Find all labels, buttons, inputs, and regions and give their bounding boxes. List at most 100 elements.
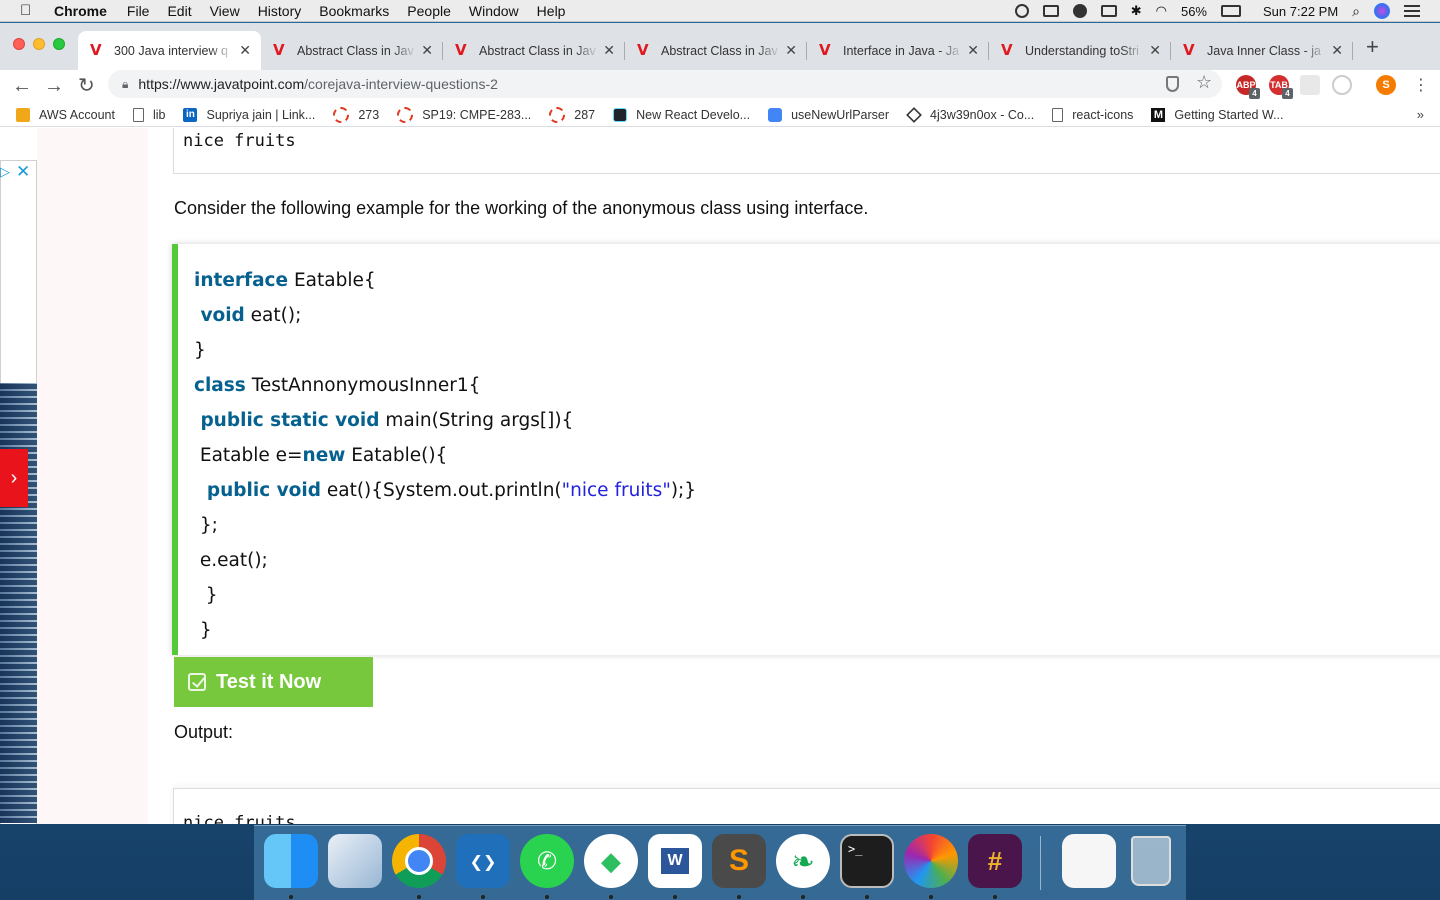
word-icon[interactable]: W	[648, 834, 702, 888]
address-bar[interactable]: 🔒︎ https://www.javatpoint.com/corejava-i…	[108, 70, 1222, 98]
menu-window[interactable]: Window	[469, 3, 519, 19]
battery-percentage[interactable]: 56%	[1181, 4, 1207, 19]
side-ad-banner[interactable]: ▷ ✕ ›	[0, 128, 37, 824]
back-arrow-icon[interactable]: ←	[12, 74, 32, 98]
mac-menubar:  Chrome File Edit View History Bookmark…	[0, 0, 1440, 22]
ad-choices-icon[interactable]: ▷	[0, 164, 10, 180]
tab-understanding-tostring[interactable]: Understanding toStri ✕	[989, 31, 1171, 70]
bookmark-new-react-developer[interactable]: New React Develo...	[613, 107, 750, 122]
menu-bookmarks[interactable]: Bookmarks	[319, 3, 389, 19]
tab-close-icon[interactable]: ✕	[785, 42, 797, 59]
bookmark-star-icon[interactable]: ☆	[1196, 72, 1212, 92]
output-text: nice fruits	[183, 131, 296, 151]
tab-java-inner-class[interactable]: Java Inner Class - ja ✕	[1171, 31, 1353, 70]
menubar-clock[interactable]: Sun 7:22 PM	[1263, 4, 1338, 19]
tab-abstract-class-2[interactable]: Abstract Class in Jav ✕	[443, 31, 625, 70]
evernote-icon[interactable]: ◆	[584, 834, 638, 888]
grey-extension-icon[interactable]	[1300, 75, 1320, 95]
bookmark-usenewurlparser[interactable]: useNewUrlParser	[768, 107, 889, 122]
new-tab-button[interactable]: +	[1366, 36, 1379, 58]
sync-status-icon[interactable]	[1014, 4, 1029, 18]
tab-close-icon[interactable]: ✕	[239, 42, 251, 59]
bookmark-codesandbox[interactable]: 4j3w39n0ox - Co...	[906, 106, 1034, 123]
docker-icon[interactable]	[1042, 5, 1059, 17]
documents-stack-icon[interactable]	[1062, 834, 1116, 888]
running-indicator	[737, 895, 741, 899]
bookmarks-overflow-chevron-icon[interactable]: »	[1417, 107, 1424, 122]
tab-abstract-class-1[interactable]: Abstract Class in Jav ✕	[261, 31, 443, 70]
terminal-icon[interactable]: >_	[840, 834, 894, 888]
airplay-icon[interactable]	[1100, 5, 1117, 17]
output-text: nice fruits	[183, 813, 296, 824]
code-token: };	[194, 515, 218, 536]
running-indicator	[481, 895, 485, 899]
code-string: "nice fruits"	[561, 480, 671, 501]
menu-view[interactable]: View	[210, 3, 240, 19]
mongodb-compass-icon[interactable]: ❧	[776, 834, 830, 888]
whatsapp-icon[interactable]: ✆	[520, 834, 574, 888]
page-left-margin	[37, 128, 148, 824]
preview-icon[interactable]	[328, 834, 382, 888]
window-zoom-button[interactable]	[53, 38, 65, 50]
ad-close-icon[interactable]: ✕	[16, 162, 30, 182]
tab-close-icon[interactable]: ✕	[1331, 42, 1343, 59]
bookmark-react-icons[interactable]: react-icons	[1052, 107, 1133, 122]
notification-center-icon[interactable]	[1404, 5, 1420, 17]
tab-extension-icon[interactable]: TAB 4	[1269, 75, 1293, 99]
code-block: interface Eatable{ void eat();} class Tes…	[172, 244, 1440, 655]
target-extension-icon[interactable]	[1332, 75, 1352, 95]
slack-icon[interactable]: #	[968, 834, 1022, 888]
tab-close-icon[interactable]: ✕	[967, 42, 979, 59]
code-token: Eatable{	[288, 270, 376, 291]
bookmark-lib[interactable]: lib	[132, 107, 165, 122]
siri-icon[interactable]	[1374, 3, 1390, 19]
finder-icon[interactable]	[264, 834, 318, 888]
menu-history[interactable]: History	[258, 3, 302, 19]
chrome-menu-icon[interactable]: ⋮	[1413, 74, 1429, 98]
tab-close-icon[interactable]: ✕	[421, 42, 433, 59]
evernote-helper-icon[interactable]	[1072, 4, 1087, 18]
tab-interface-in-java[interactable]: Interface in Java - Ja ✕	[807, 31, 989, 70]
bookmark-linkedin[interactable]: in Supriya jain | Link...	[183, 107, 315, 122]
vscode-icon[interactable]: ❮❯	[456, 834, 510, 888]
lock-icon[interactable]: 🔒︎	[122, 77, 128, 92]
menu-help[interactable]: Help	[537, 3, 566, 19]
profile-avatar[interactable]: S	[1376, 75, 1396, 95]
tab-title: Java Inner Class - ja	[1207, 43, 1321, 58]
sublime-text-icon[interactable]: S	[712, 834, 766, 888]
code-token: eat(){System.out.println(	[320, 480, 562, 501]
adblock-extension-icon[interactable]: ABP 4	[1236, 75, 1260, 99]
url-host: https://www.javatpoint.com	[138, 76, 305, 92]
code-token: }	[194, 620, 212, 641]
apple-menu-icon[interactable]: 	[20, 2, 40, 19]
menubar-app-name[interactable]: Chrome	[54, 3, 107, 19]
bluetooth-icon[interactable]: ✱	[1131, 3, 1142, 19]
bookmark-aws-account[interactable]: AWS Account	[16, 107, 115, 122]
window-close-button[interactable]	[13, 38, 25, 50]
tab-close-icon[interactable]: ✕	[603, 42, 615, 59]
wifi-icon[interactable]: ◠	[1156, 3, 1167, 19]
forward-arrow-icon[interactable]: →	[44, 74, 64, 98]
trash-icon[interactable]	[1124, 834, 1178, 888]
bookmark-273[interactable]: 273	[333, 106, 379, 123]
tab-close-icon[interactable]: ✕	[1149, 42, 1161, 59]
tab-java-interview[interactable]: 300 Java interview q ✕	[78, 31, 261, 70]
bookmark-getting-started[interactable]: M Getting Started W...	[1151, 107, 1283, 122]
test-it-now-button[interactable]: Test it Now	[174, 657, 373, 707]
chrome-icon[interactable]	[392, 834, 446, 888]
code-line: };	[194, 508, 1440, 543]
app-installer-icon[interactable]	[904, 834, 958, 888]
tab-abstract-class-3[interactable]: Abstract Class in Jav ✕	[625, 31, 807, 70]
menu-file[interactable]: File	[127, 3, 150, 19]
menu-edit[interactable]: Edit	[167, 3, 191, 19]
shield-block-icon[interactable]	[1166, 76, 1179, 92]
bookmark-sp19-cmpe-283[interactable]: SP19: CMPE-283...	[397, 106, 531, 123]
reload-icon[interactable]: ↻	[78, 74, 95, 98]
window-minimize-button[interactable]	[33, 38, 45, 50]
dock-separator	[1040, 836, 1041, 890]
menu-people[interactable]: People	[407, 3, 451, 19]
battery-icon[interactable]	[1221, 5, 1241, 17]
ad-expand-chevron-icon[interactable]: ›	[0, 449, 28, 507]
spotlight-search-icon[interactable]: ⌕	[1352, 3, 1360, 20]
bookmark-287[interactable]: 287	[549, 106, 595, 123]
